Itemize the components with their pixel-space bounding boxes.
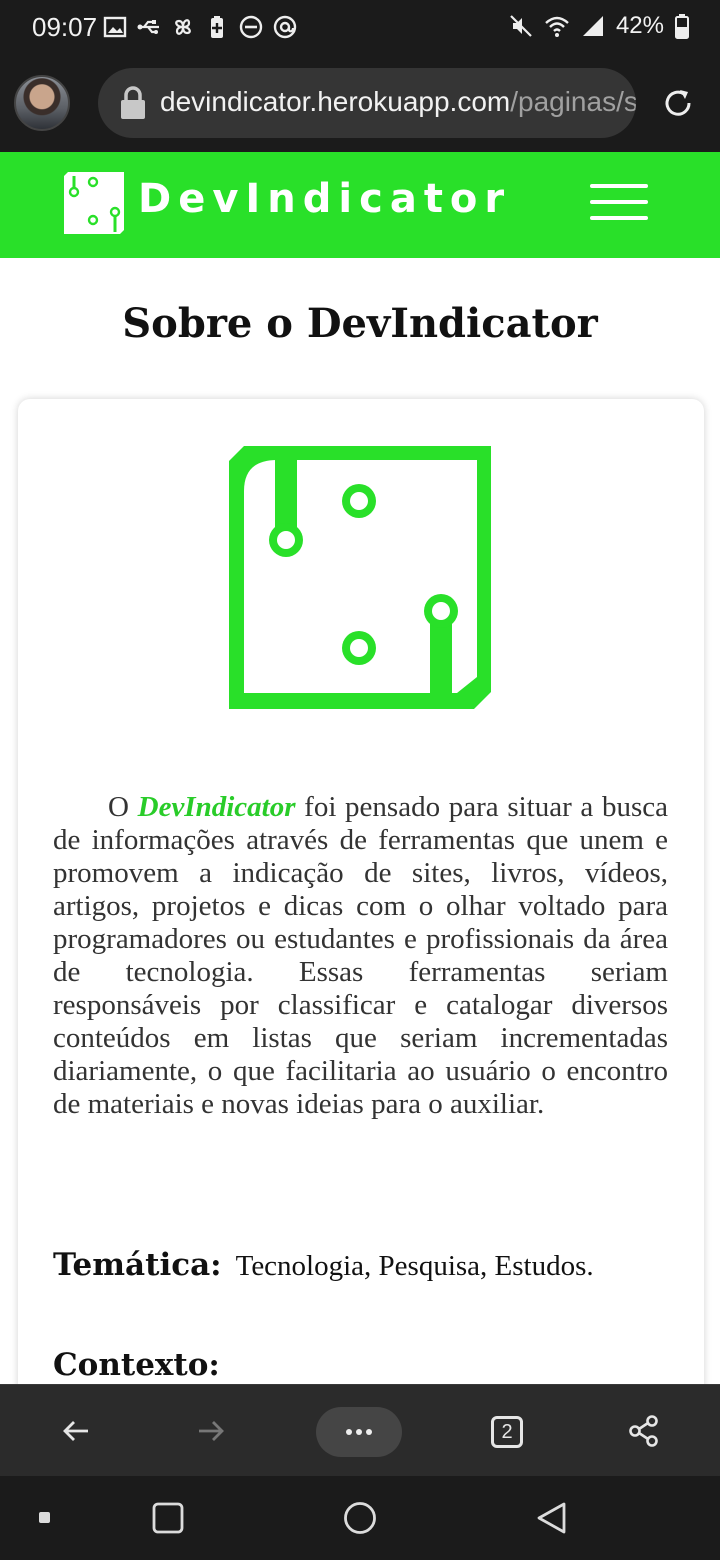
wifi-icon [545,16,569,37]
reload-icon[interactable] [660,85,696,121]
about-description: O DevIndicator foi pensado para situar a… [53,791,668,1121]
pinwheel-icon [175,19,191,35]
signal-icon [582,16,603,36]
hamburger-menu-button[interactable] [590,182,648,222]
site-navbar: DevIndicator [0,152,720,258]
gallery-icon [103,16,127,38]
recent-apps-icon[interactable] [151,1501,185,1535]
status-time: 09:07 [32,12,98,42]
mute-icon [510,15,532,37]
profile-avatar[interactable] [14,75,70,131]
lock-icon[interactable] [118,86,148,120]
share-icon[interactable] [626,1413,662,1449]
description-prefix: O [108,791,138,823]
status-left-icons [102,14,298,40]
address-bar[interactable]: devindicator.herokuapp.com/paginas/s [98,68,636,138]
browser-toolbar: 2 [0,1384,720,1476]
site-brand[interactable]: DevIndicator [138,176,511,222]
more-options-button[interactable] [316,1407,402,1457]
back-triangle-icon[interactable] [534,1500,568,1536]
url-text[interactable]: devindicator.herokuapp.com/paginas/s [160,86,636,118]
tab-switcher-button[interactable]: 2 [491,1416,523,1448]
usb-icon [137,20,159,34]
thematic-value: Tecnologia, Pesquisa, Estudos. [235,1250,594,1282]
status-right-icons: 42% [508,12,690,40]
url-path: /paginas/s [510,86,636,117]
back-arrow-icon[interactable] [58,1413,94,1449]
description-brand: DevIndicator [137,791,296,823]
forward-arrow-icon[interactable] [193,1413,229,1449]
system-nav-bar [0,1476,720,1560]
thematic-row: Temática: Tecnologia, Pesquisa, Estudos. [53,1247,594,1283]
about-card: O DevIndicator foi pensado para situar a… [18,399,704,1384]
description-body: foi pensado para situar a busca de infor… [53,791,668,1120]
context-label: Contexto: [53,1347,220,1383]
home-icon[interactable] [342,1500,378,1536]
page-title: Sobre o DevIndicator [122,300,598,347]
more-dots-icon [346,1429,372,1435]
battery-saver-icon [211,16,223,38]
thematic-label: Temática: [53,1247,222,1283]
battery-icon [675,14,689,39]
status-bar: 09:07 42% [0,0,720,56]
nav-dot-icon[interactable] [38,1511,52,1525]
url-host: devindicator.herokuapp.com [160,86,511,117]
battery-percent: 42% [615,12,664,39]
do-not-disturb-icon [239,15,263,39]
at-sign-icon [273,15,297,39]
browser-url-bar: devindicator.herokuapp.com/paginas/s [0,56,720,152]
devindicator-logo-icon[interactable] [62,170,126,234]
devindicator-logo-large-icon [229,446,491,709]
web-page: DevIndicator Sobre o DevIndicator O DevI… [0,152,720,1384]
